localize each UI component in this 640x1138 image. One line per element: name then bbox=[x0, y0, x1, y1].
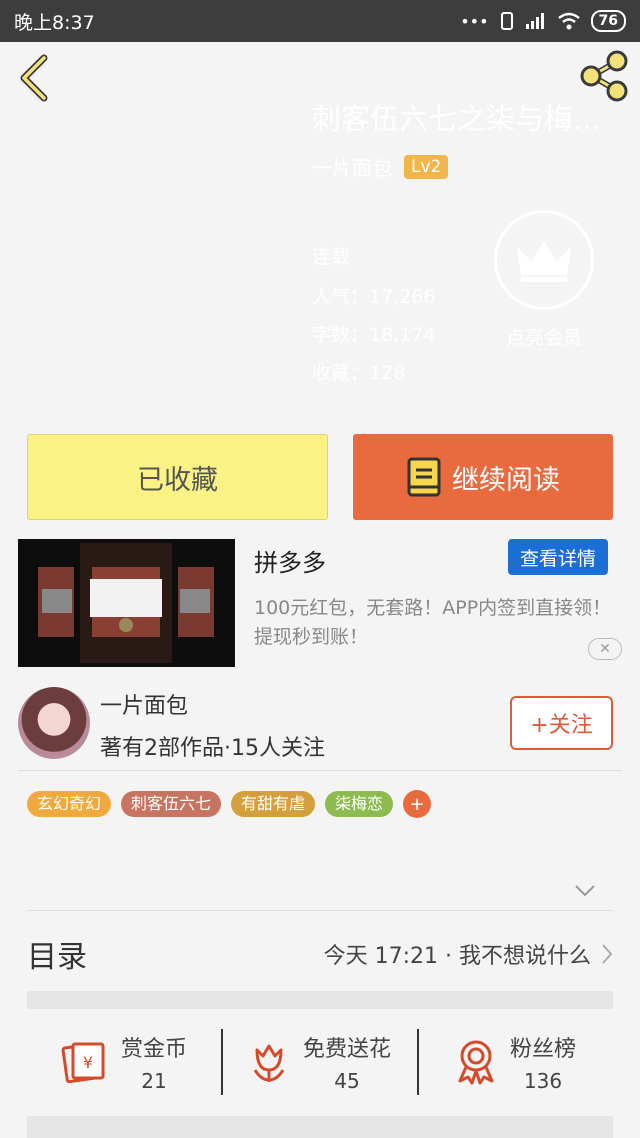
stat-text: 赏金币 21 bbox=[121, 1031, 187, 1093]
tag-item[interactable]: 玄幻奇幻 bbox=[27, 791, 112, 817]
continue-reading-label: 继续阅读 bbox=[452, 464, 560, 496]
vip-crown-button[interactable] bbox=[494, 210, 594, 310]
svg-text:¥: ¥ bbox=[83, 1053, 93, 1072]
follow-button[interactable]: +关注 bbox=[510, 696, 613, 750]
book-status: 连载 bbox=[312, 246, 351, 268]
stat-text: 粉丝榜 136 bbox=[510, 1031, 576, 1093]
level-badge: Lv2 bbox=[404, 154, 449, 179]
chevron-right-icon bbox=[602, 944, 613, 964]
tag-item[interactable]: 刺客伍六七 bbox=[121, 791, 222, 817]
toc-latest-update: 今天 17:21 · 我不想说什么 bbox=[324, 938, 613, 970]
crown-icon bbox=[517, 241, 571, 282]
book-icon bbox=[407, 457, 441, 497]
tag-item[interactable]: 柒梅恋 bbox=[325, 791, 394, 817]
book-popularity: 人气：17,266 bbox=[312, 286, 436, 308]
stat-value: 21 bbox=[141, 1069, 167, 1093]
add-tag-button[interactable]: + bbox=[403, 790, 432, 818]
author-avatar[interactable] bbox=[18, 687, 90, 759]
author-name[interactable]: 一片面包 bbox=[100, 688, 188, 720]
tag-list: 玄幻奇幻 刺客伍六七 有甜有虐 柒梅恋 + bbox=[27, 790, 432, 818]
stat-free-flower[interactable]: 免费送花 45 bbox=[223, 1012, 417, 1112]
tag-item[interactable]: 有甜有虐 bbox=[231, 791, 316, 817]
author-stats: 著有2部作品·15人关注 bbox=[100, 736, 325, 761]
toc-latest-text: 今天 17:21 · 我不想说什么 bbox=[323, 944, 591, 969]
ad-detail-button[interactable]: 查看详情 bbox=[508, 539, 608, 575]
vip-label: 点亮会员 bbox=[505, 327, 582, 349]
sim-icon bbox=[500, 12, 513, 30]
table-of-contents-row[interactable]: 目录 今天 17:21 · 我不想说什么 bbox=[27, 932, 613, 976]
back-arrow-icon[interactable] bbox=[14, 54, 54, 102]
ad-close-icon[interactable]: ✕ bbox=[588, 638, 622, 660]
ad-image-art bbox=[18, 539, 235, 667]
status-icons: ••• 76 bbox=[460, 10, 626, 32]
stat-label: 赏金币 bbox=[120, 1037, 187, 1062]
stat-value: 45 bbox=[334, 1069, 360, 1093]
ad-description[interactable]: 100元红包，无套路！APP内签到直接领！提现秒到账！ bbox=[254, 594, 614, 652]
section-separator bbox=[27, 991, 613, 1009]
stat-fan-ranking[interactable]: 粉丝榜 136 bbox=[419, 1012, 613, 1112]
continue-reading-button[interactable]: 继续阅读 bbox=[353, 434, 613, 520]
book-title: 刺客伍六七之柒与梅... bbox=[312, 102, 601, 136]
battery-icon: 76 bbox=[590, 10, 626, 32]
ad-title[interactable]: 拼多多 bbox=[254, 543, 326, 578]
book-author-name[interactable]: 一片面包 bbox=[312, 152, 392, 181]
reward-coin-icon: ¥ bbox=[61, 1042, 105, 1084]
stat-label: 免费送花 bbox=[302, 1037, 391, 1062]
stat-text: 免费送花 45 bbox=[303, 1031, 391, 1093]
stat-label: 粉丝榜 bbox=[509, 1037, 576, 1062]
section-separator bbox=[27, 1116, 613, 1138]
more-dots-icon: ••• bbox=[460, 11, 489, 31]
chevron-down-icon[interactable] bbox=[574, 884, 596, 898]
ad-image[interactable] bbox=[18, 539, 235, 667]
stat-value: 136 bbox=[523, 1069, 563, 1093]
stat-reward-coin[interactable]: ¥ 赏金币 21 bbox=[27, 1012, 221, 1112]
book-word-count: 字数：18,174 bbox=[312, 324, 436, 346]
cell-signal-icon bbox=[525, 13, 544, 29]
book-author-line: 一片面包 Lv2 bbox=[312, 152, 449, 181]
book-collections: 收藏：128 bbox=[312, 362, 406, 384]
status-bar: 晚上8:37 ••• 76 bbox=[0, 0, 640, 42]
stats-row: ¥ 赏金币 21 免费送花 45 粉丝榜 136 bbox=[27, 1012, 613, 1112]
divider bbox=[18, 770, 622, 771]
flower-icon bbox=[253, 1044, 285, 1082]
wifi-icon bbox=[557, 12, 580, 30]
toc-title: 目录 bbox=[27, 940, 87, 975]
divider bbox=[27, 910, 613, 911]
fan-ranking-medal-icon bbox=[458, 1040, 494, 1085]
collected-button[interactable]: 已收藏 bbox=[27, 434, 328, 520]
share-icon[interactable] bbox=[578, 50, 630, 102]
status-time: 晚上8:37 bbox=[14, 11, 95, 34]
